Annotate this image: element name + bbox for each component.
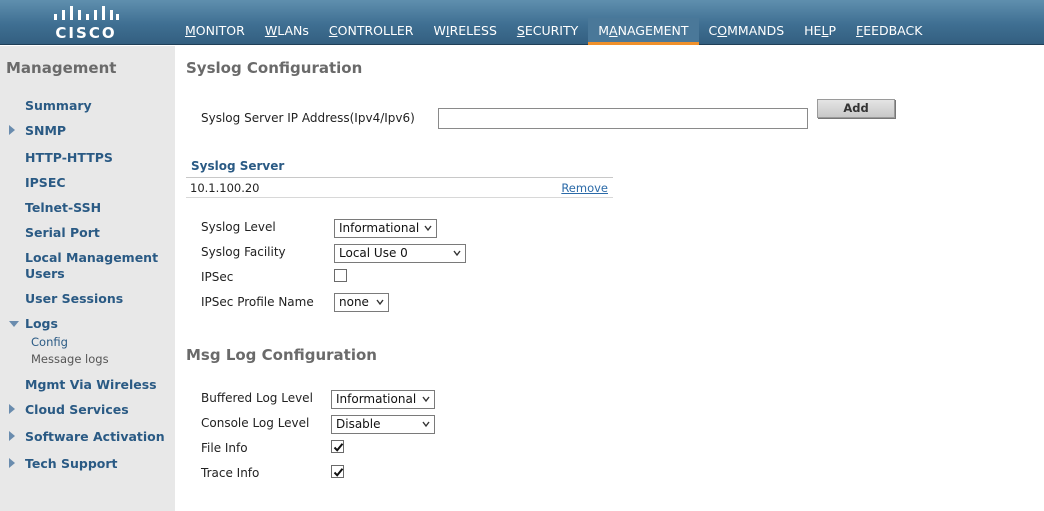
nav-tab[interactable]: WIRELESS (424, 18, 507, 45)
buffered-log-level-value: Informational (336, 392, 417, 406)
top-bar: CISCO MONITOR WLANs CONTROLLER WIRELESS SECU… (0, 0, 1044, 45)
nav-tab-label-part: A (609, 23, 618, 38)
msg-log-title: Msg Log Configuration (186, 346, 377, 364)
sidebar-title: Management (6, 59, 117, 77)
chevron-down-icon (424, 225, 432, 232)
console-log-level-select[interactable]: Disable (331, 415, 435, 434)
syslog-level-value: Informational (339, 221, 420, 235)
nav-tab-label-part: LANs (277, 23, 309, 38)
sidebar-item-tech-support[interactable]: Tech Support (25, 456, 118, 472)
expand-arrow-icon[interactable] (9, 458, 15, 468)
syslog-level-select[interactable]: Informational (334, 219, 437, 238)
nav-tab-label-part: ONTROLLER (337, 23, 414, 38)
nav-tab-label-part: W (433, 23, 446, 38)
nav-tab-label-part: W (264, 23, 278, 38)
nav-tab[interactable]: CONTROLLER (319, 18, 424, 45)
sidebar: Management Summary SNMP HTTP-HTTPS IPSEC… (0, 46, 175, 511)
checkmark-icon (333, 443, 344, 452)
syslog-facility-value: Local Use 0 (339, 246, 408, 260)
syslog-server-ip-label: Syslog Server IP Address(Ipv4/Ipv6) (201, 111, 415, 125)
sidebar-item-software-activation[interactable]: Software Activation (25, 429, 165, 445)
sidebar-item-logs[interactable]: Logs (25, 316, 58, 332)
sidebar-item-ipsec[interactable]: IPSEC (25, 175, 66, 191)
nav-tab-label-part: MMANDS (727, 23, 785, 38)
buffered-log-level-label: Buffered Log Level (201, 391, 313, 405)
expand-arrow-icon[interactable] (9, 431, 15, 441)
chevron-down-icon (422, 421, 430, 428)
buffered-log-level-select[interactable]: Informational (331, 390, 435, 409)
ipsec-profile-name-label: IPSec Profile Name (201, 295, 314, 309)
ipsec-profile-select[interactable]: none (334, 293, 389, 312)
console-log-level-label: Console Log Level (201, 416, 310, 430)
nav-tab[interactable]: COMMANDS (699, 18, 795, 45)
sidebar-item-cloud-services[interactable]: Cloud Services (25, 402, 129, 418)
nav-tab-label-part: M (598, 23, 610, 38)
sidebar-subitem-message-logs[interactable]: Message logs (31, 352, 109, 366)
nav-tab[interactable]: MANAGEMENT (588, 18, 699, 45)
page-title: Syslog Configuration (186, 59, 363, 77)
nav-tab-label-part: ONITOR (195, 23, 245, 38)
console-log-level-value: Disable (336, 417, 381, 431)
add-button[interactable]: Add (817, 99, 895, 118)
file-info-label: File Info (201, 441, 248, 455)
ipsec-profile-value: none (339, 295, 369, 309)
sidebar-item-local-management-users[interactable]: Local Management Users (25, 250, 165, 282)
nav-tab[interactable]: HELP (794, 18, 846, 45)
syslog-level-label: Syslog Level (201, 220, 276, 234)
sidebar-item-serial-port[interactable]: Serial Port (25, 225, 100, 241)
trace-info-label: Trace Info (201, 466, 260, 480)
nav-tab-label-part: C (328, 23, 338, 38)
nav-tab[interactable]: SECURITY (507, 18, 588, 45)
nav-tab-label-part: EEDBACK (863, 23, 923, 38)
nav-tab-label-part: RELESS (449, 23, 497, 38)
nav-tab-label-part: HE (804, 23, 822, 38)
main-nav: MONITOR WLANs CONTROLLER WIRELESS SECURITY MA… (175, 18, 932, 45)
ipsec-checkbox[interactable] (334, 269, 347, 282)
chevron-down-icon (453, 250, 461, 257)
sidebar-item-http-https[interactable]: HTTP-HTTPS (25, 150, 113, 166)
nav-tab-label-part: ECURITY (524, 23, 579, 38)
remove-link[interactable]: Remove (561, 181, 608, 195)
table-row: 10.1.100.20 Remove (186, 178, 613, 198)
ipsec-label: IPSec (201, 270, 234, 284)
nav-tab-label-part: S (516, 23, 525, 38)
sidebar-item-user-sessions[interactable]: User Sessions (25, 291, 123, 307)
syslog-server-ip-input[interactable] (438, 108, 808, 129)
nav-tab[interactable]: WLANs (255, 18, 319, 45)
sidebar-item-summary[interactable]: Summary (25, 98, 92, 114)
sidebar-subitem-config[interactable]: Config (31, 335, 68, 349)
nav-tab-label-part: O (717, 23, 728, 38)
nav-tab-label-part: M (185, 23, 196, 38)
expand-arrow-icon[interactable] (9, 125, 15, 135)
syslog-server-table-header: Syslog Server (186, 158, 613, 178)
nav-tab[interactable]: MONITOR (175, 18, 255, 45)
sidebar-item-snmp[interactable]: SNMP (25, 123, 66, 139)
nav-tab-label-part: C (708, 23, 718, 38)
collapse-arrow-icon[interactable] (9, 321, 19, 327)
sidebar-item-mgmt-via-wireless[interactable]: Mgmt Via Wireless (25, 377, 157, 393)
cisco-logo-bars-icon (54, 6, 119, 20)
syslog-facility-label: Syslog Facility (201, 245, 286, 259)
nav-tab[interactable]: FEEDBACK (846, 18, 932, 45)
chevron-down-icon (376, 299, 384, 306)
nav-tab-label-part: NAGEMENT (617, 23, 689, 38)
expand-arrow-icon[interactable] (9, 404, 15, 414)
sidebar-item-telnet-ssh[interactable]: Telnet-SSH (25, 200, 101, 216)
cisco-logo[interactable]: CISCO (50, 4, 122, 42)
logo-text: CISCO (55, 24, 117, 42)
chevron-down-icon (422, 396, 430, 403)
syslog-server-ip: 10.1.100.20 (190, 181, 260, 195)
nav-tab-label-part: P (828, 23, 836, 38)
checkmark-icon (333, 468, 344, 477)
trace-info-checkbox[interactable] (331, 465, 344, 478)
syslog-facility-select[interactable]: Local Use 0 (334, 244, 466, 263)
file-info-checkbox[interactable] (331, 440, 344, 453)
